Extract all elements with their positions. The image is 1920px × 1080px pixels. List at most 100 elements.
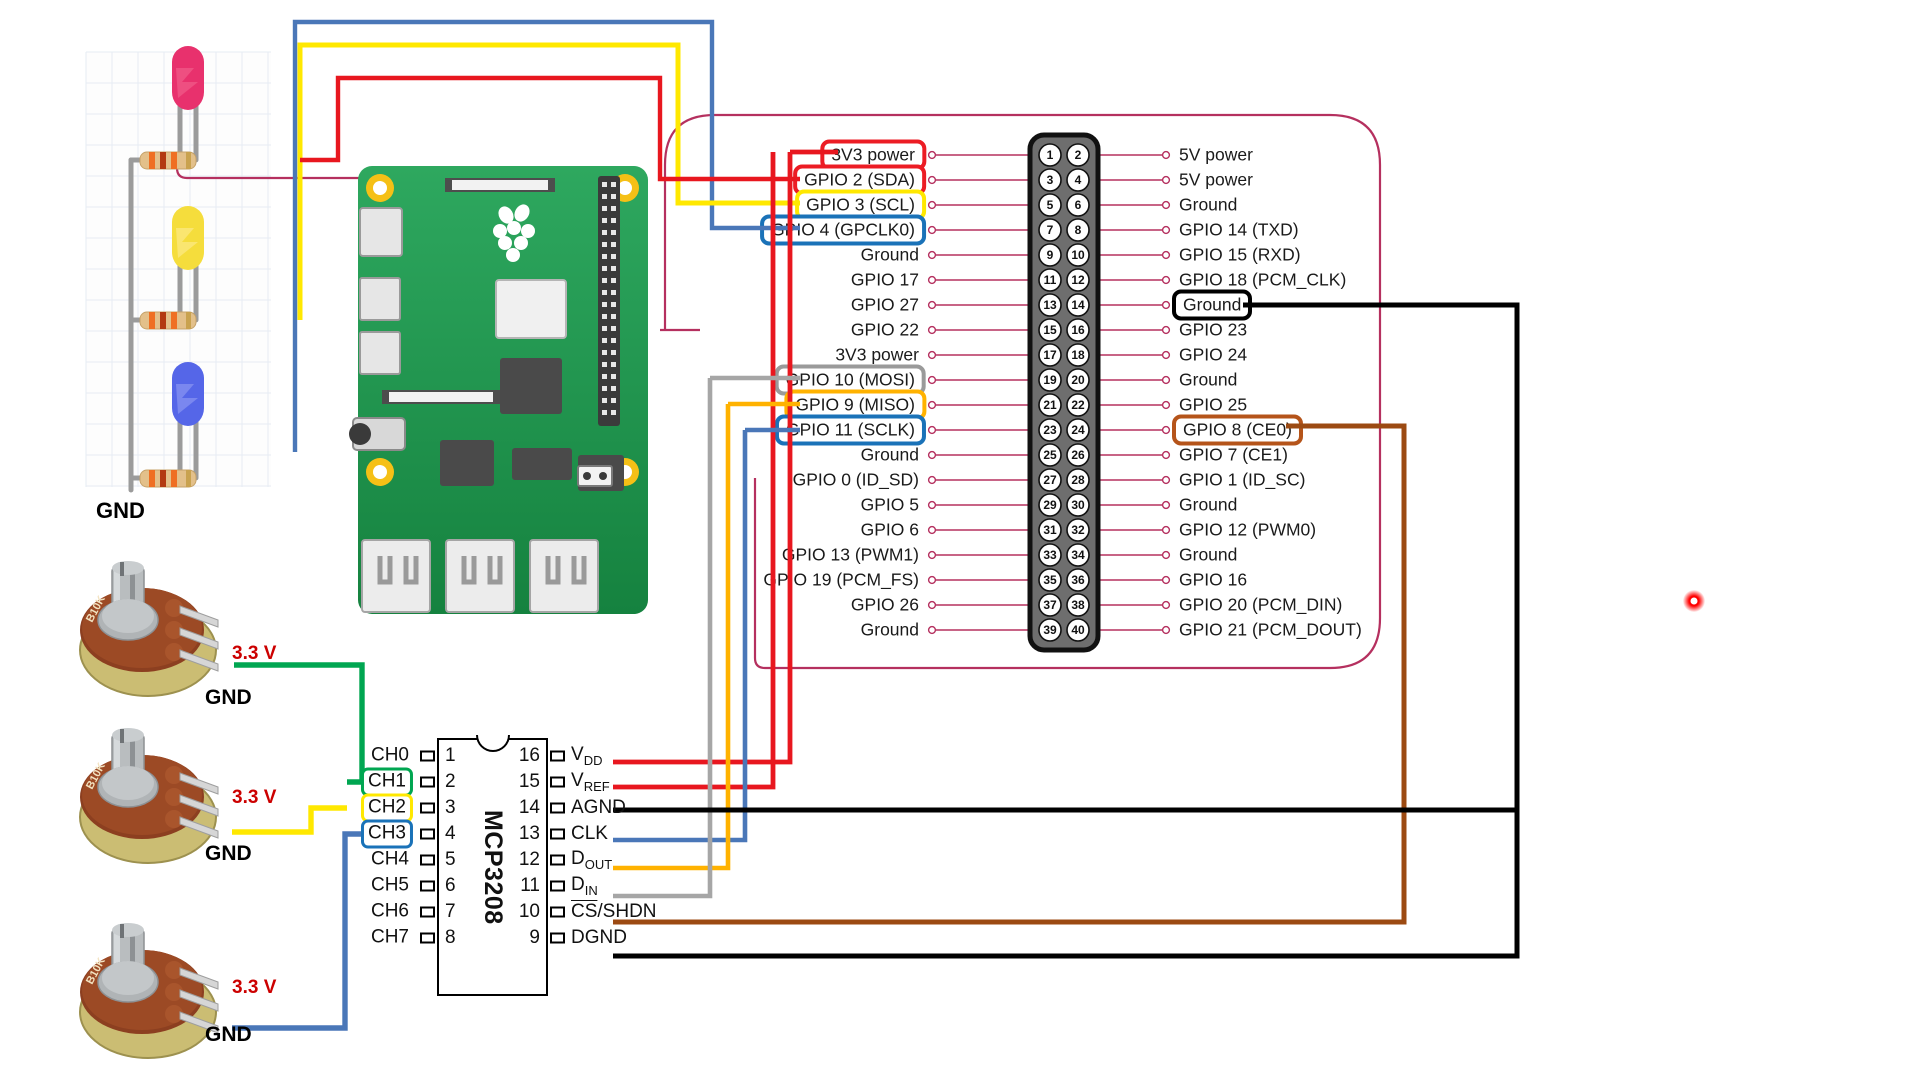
resistor-blue-led bbox=[139, 469, 197, 488]
gpio-pin-number: 14 bbox=[1071, 298, 1085, 312]
gpio-pin-number: 33 bbox=[1043, 548, 1057, 562]
mcp3208-pin-DIN: DIN bbox=[571, 874, 598, 898]
mcp3208-channel-text: CH3 bbox=[360, 819, 413, 849]
mcp3208-pin-VREF: VREF bbox=[571, 770, 610, 794]
mcp3208-channel-text: CH6 bbox=[366, 900, 413, 924]
gpio-pin-number: 35 bbox=[1043, 573, 1057, 587]
breadboard-gnd-label: GND bbox=[96, 498, 145, 523]
mcp3208-pin-number-12: 12 bbox=[518, 849, 540, 870]
cursor-indicator bbox=[1683, 590, 1705, 612]
mcp3208-pin-pad bbox=[550, 906, 565, 918]
mcp3208-pin-pad bbox=[420, 802, 435, 814]
mcp3208-pin-pad bbox=[420, 750, 435, 762]
mcp3208-channel-text: CH5 bbox=[366, 874, 413, 898]
gpio-pin-number: 23 bbox=[1043, 423, 1057, 437]
gpio-pin-number: 13 bbox=[1043, 298, 1057, 312]
gpio-pin-number: 27 bbox=[1043, 473, 1057, 487]
mcp3208-channel-text: CH0 bbox=[366, 744, 413, 768]
mcp3208-pin-number-6: 6 bbox=[445, 875, 456, 896]
gpio-header-graphic: 1 23 45 67 89 1011 1213 1415 1617 1819 2021 2223 242… bbox=[1027, 132, 1101, 653]
gpio-pin-number: 30 bbox=[1071, 498, 1085, 512]
gpio-pin-number: 9 bbox=[1047, 248, 1054, 262]
gpio-pin-number: 4 bbox=[1075, 173, 1082, 187]
mcp3208-pin-number-3: 3 bbox=[445, 797, 456, 818]
mcp3208-channel-CH7: CH7 bbox=[366, 926, 413, 950]
gpio-pin-number: 2 bbox=[1075, 148, 1082, 162]
mcp3208-channel-CH6: CH6 bbox=[366, 900, 413, 924]
potentiometer-3: B10K bbox=[79, 923, 219, 1059]
mcp3208-channel-CH4: CH4 bbox=[366, 848, 413, 872]
mcp3208-pin-pad bbox=[550, 776, 565, 788]
gpio-pin-number: 29 bbox=[1043, 498, 1057, 512]
mcp3208-pin-pad bbox=[550, 880, 565, 892]
mcp3208-pin-CS/SHDN: CS/SHDN bbox=[571, 901, 657, 922]
mcp3208-channel-CH3: CH3 bbox=[360, 819, 413, 849]
mcp3208-pin-number-11: 11 bbox=[520, 875, 540, 896]
mcp3208-channel-CH5: CH5 bbox=[366, 874, 413, 898]
gpio-pin-number: 3 bbox=[1047, 173, 1054, 187]
gpio-pin-number: 5 bbox=[1047, 198, 1054, 212]
mcp3208-pin-DGND: DGND bbox=[571, 927, 627, 948]
mcp3208-channel-CH1: CH1 bbox=[360, 767, 413, 797]
led-yellow bbox=[172, 206, 204, 270]
mcp3208-channel-CH0: CH0 bbox=[366, 744, 413, 768]
gpio-pin-number: 16 bbox=[1071, 323, 1085, 337]
gpio-pin-number: 11 bbox=[1044, 273, 1057, 287]
mcp3208-pin-number-5: 5 bbox=[445, 849, 456, 870]
mcp3208-channel-text: CH1 bbox=[360, 767, 413, 797]
mcp3208-pin-number-15: 15 bbox=[518, 771, 540, 792]
pot2-gnd-label: GND bbox=[205, 842, 252, 865]
diagram-canvas: 1 2 3 4 5 6 7 8 9 10 11 12 13 14 15 16 17 18 19 20 21 22 23 24 2… bbox=[0, 0, 1920, 1080]
gpio-pin-number: 22 bbox=[1071, 398, 1085, 412]
resistor-red-led bbox=[139, 151, 197, 170]
mcp3208-channel-text: CH7 bbox=[366, 926, 413, 950]
gpio-pin-number: 25 bbox=[1043, 448, 1057, 462]
potentiometer-1: B10K bbox=[79, 561, 219, 697]
mcp3208-pin-number-14: 14 bbox=[518, 797, 540, 818]
mcp3208-pin-number-16: 16 bbox=[518, 745, 540, 766]
gpio-pin-number: 1 bbox=[1047, 148, 1054, 162]
led-red bbox=[172, 46, 204, 110]
pot1-voltage-label: 3.3 V bbox=[232, 643, 277, 664]
gpio-pin-number: 34 bbox=[1071, 548, 1085, 562]
mcp3208-pin-pad bbox=[550, 828, 565, 840]
gpio-pin-number: 24 bbox=[1071, 423, 1085, 437]
mcp3208-channel-text: CH4 bbox=[366, 848, 413, 872]
mcp3208-pin-pad bbox=[550, 802, 565, 814]
mcp3208-pin-pad bbox=[420, 828, 435, 840]
gpio-pin-number: 15 bbox=[1043, 323, 1057, 337]
pot2-voltage-label: 3.3 V bbox=[232, 787, 277, 808]
gpio-pin-number: 38 bbox=[1071, 598, 1085, 612]
gpio-pin-number: 32 bbox=[1071, 523, 1085, 537]
pot3-gnd-label: GND bbox=[205, 1023, 252, 1046]
mcp3208-channel-text: CH2 bbox=[360, 793, 413, 823]
potentiometer-2: B10K bbox=[79, 728, 219, 864]
gpio-pin-number: 10 bbox=[1071, 248, 1085, 262]
parts-layer: 1 23 45 67 89 1011 1213 1415 1617 1819 2021 2223 242… bbox=[79, 46, 1101, 1059]
pot1-gnd-label: GND bbox=[205, 686, 252, 709]
mcp3208-pin-number-2: 2 bbox=[445, 771, 456, 792]
gpio-pin-number: 36 bbox=[1071, 573, 1085, 587]
gpio-pin-number: 21 bbox=[1043, 398, 1057, 412]
gpio-pin-number: 26 bbox=[1071, 448, 1085, 462]
gpio-pin-number: 18 bbox=[1071, 348, 1085, 362]
mcp3208-pin-number-4: 4 bbox=[445, 823, 456, 844]
gpio-pin-number: 7 bbox=[1047, 223, 1054, 237]
gpio-pin-number: 31 bbox=[1043, 523, 1057, 537]
mcp3208-pin-pad bbox=[420, 776, 435, 788]
resistor-yellow-led bbox=[139, 311, 197, 330]
gpio-pin-number: 40 bbox=[1071, 623, 1085, 637]
mcp3208-pin-pad bbox=[550, 932, 565, 944]
mcp3208-pin-number-1: 1 bbox=[445, 745, 456, 766]
mcp3208-pin-number-13: 13 bbox=[518, 823, 540, 844]
raspberry-pi-board bbox=[349, 166, 648, 614]
gpio-pin-number: 20 bbox=[1071, 373, 1085, 387]
mcp3208-channel-CH2: CH2 bbox=[360, 793, 413, 823]
mcp3208-pin-AGND: AGND bbox=[571, 797, 626, 818]
mcp3208-pin-number-9: 9 bbox=[529, 927, 540, 948]
led-blue bbox=[172, 362, 204, 426]
gpio-pin-number: 19 bbox=[1043, 373, 1057, 387]
mcp3208-pin-pad bbox=[420, 854, 435, 866]
mcp3208-pin-VDD: VDD bbox=[571, 744, 603, 768]
mcp3208-pin-pad bbox=[420, 906, 435, 918]
